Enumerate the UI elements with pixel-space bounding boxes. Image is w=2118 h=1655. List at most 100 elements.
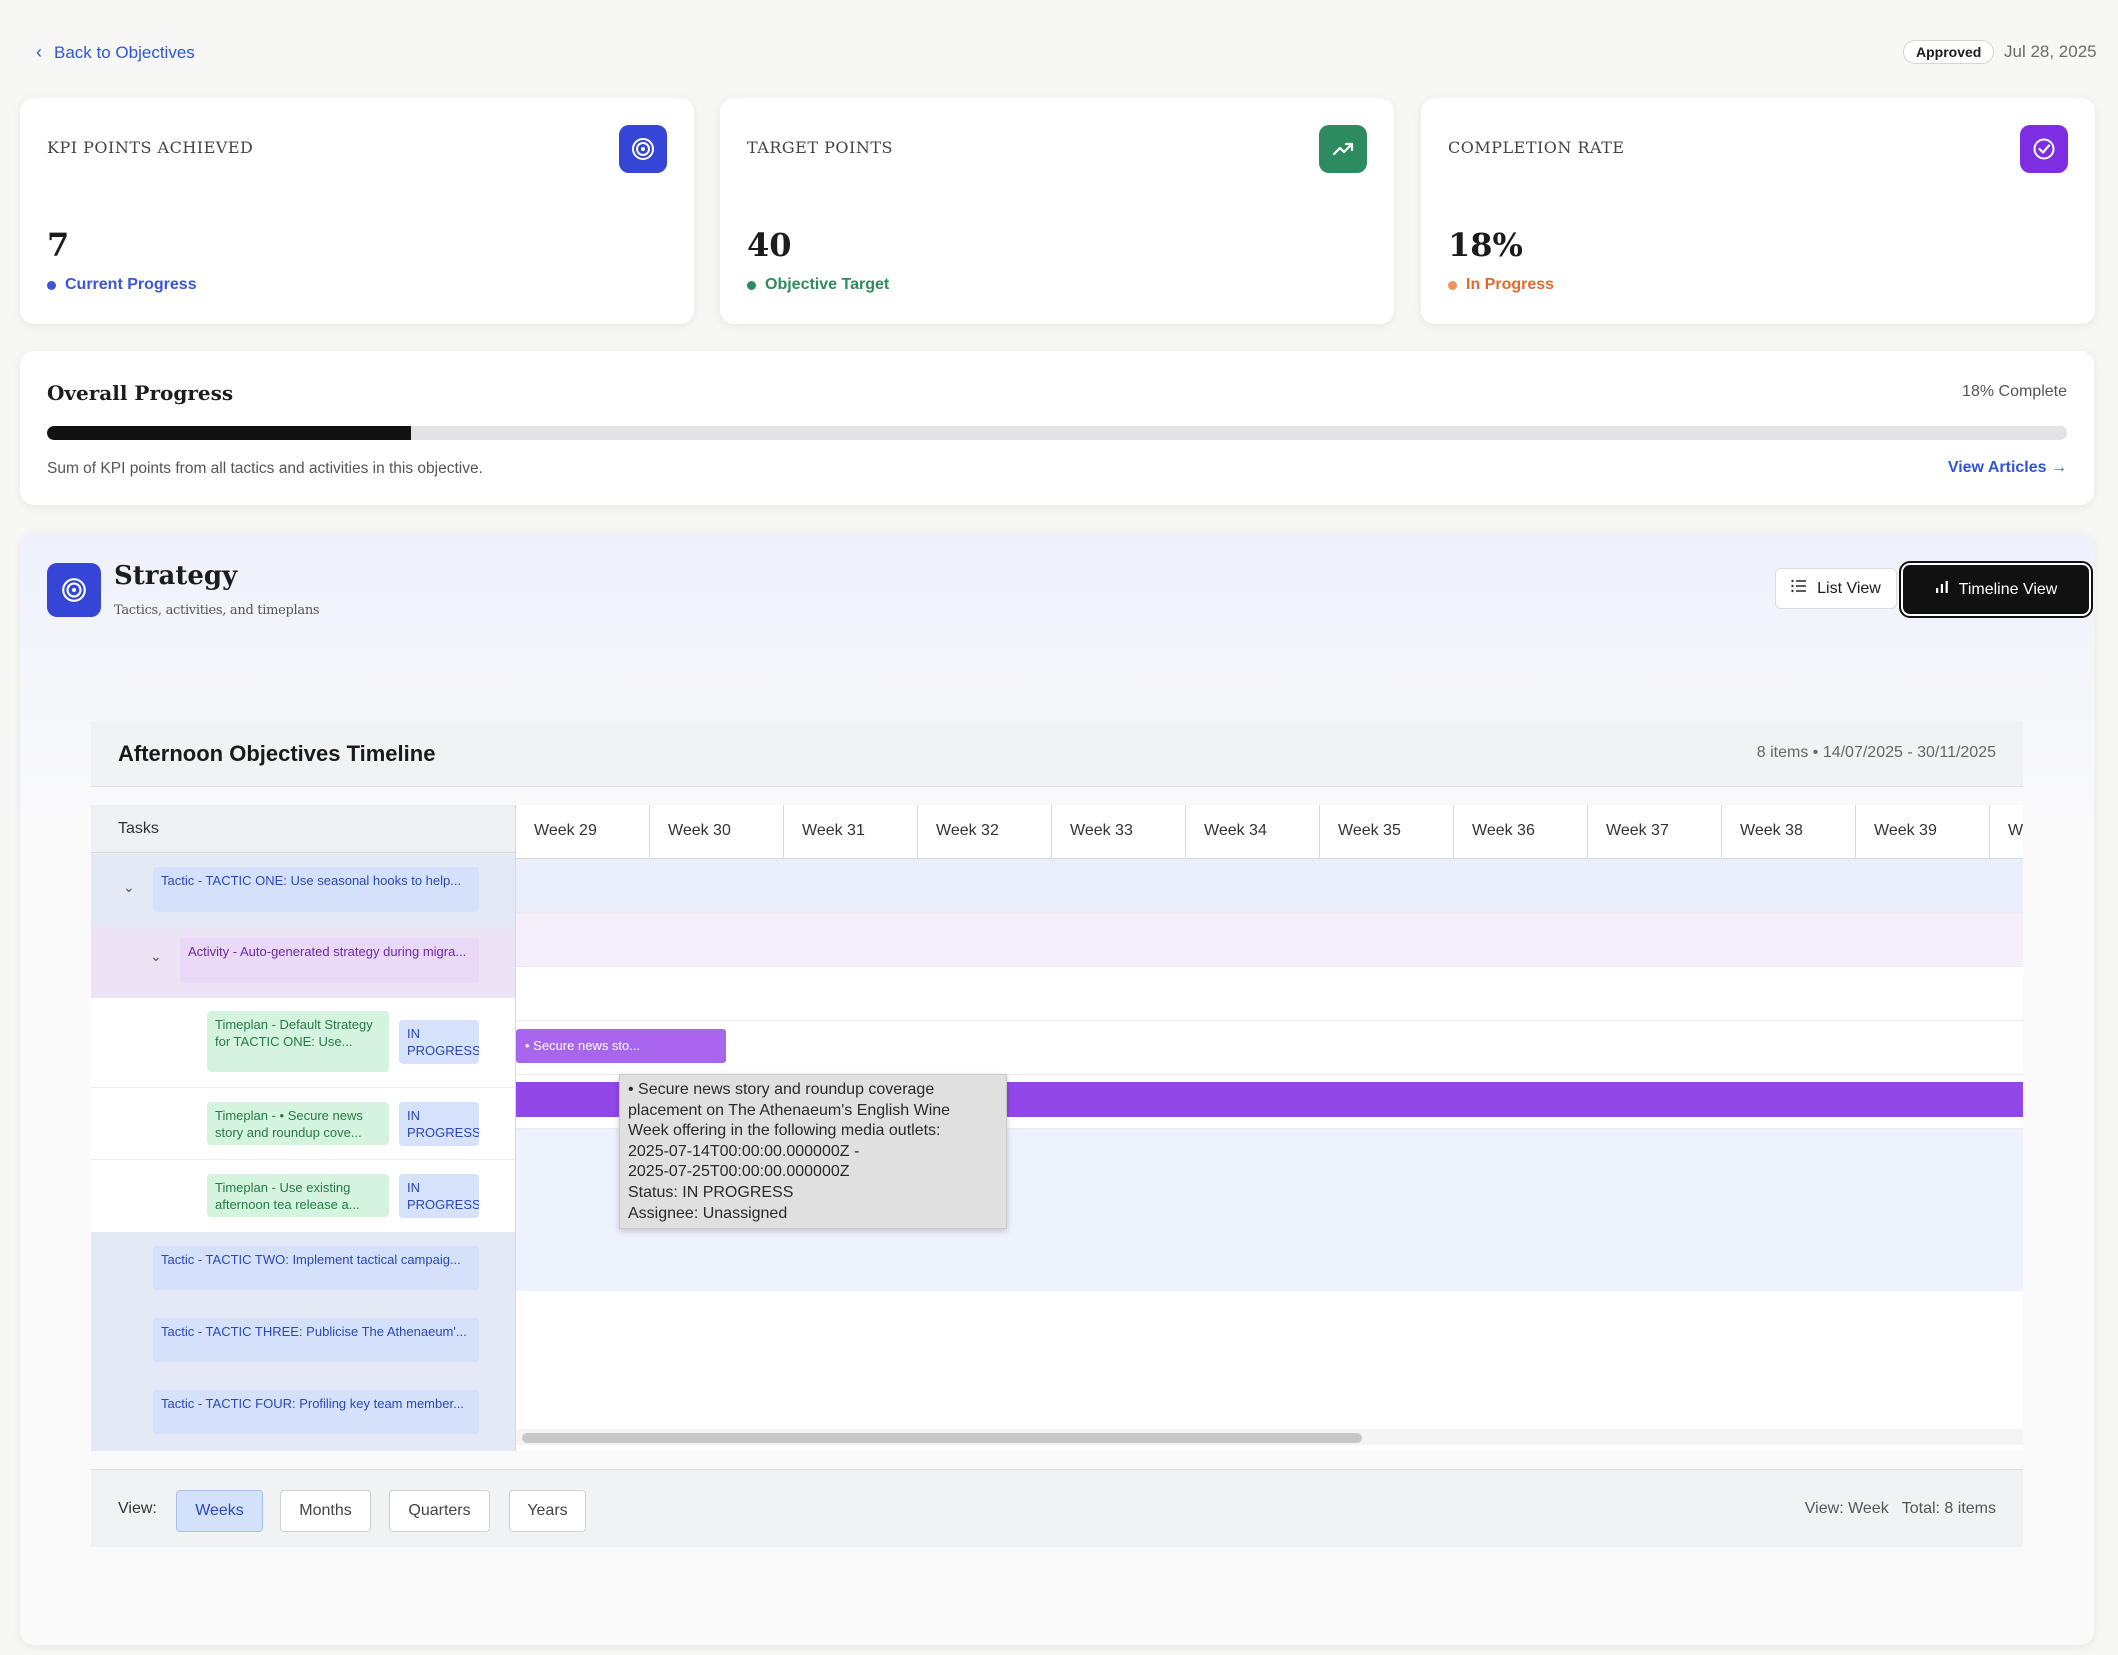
tactic-chip: Tactic - TACTIC ONE: Use seasonal hooks …: [153, 867, 479, 912]
timeplan-chip: Timeplan - Use existing afternoon tea re…: [207, 1174, 389, 1217]
week-header: Week 29: [516, 805, 650, 859]
back-link-label: Back to Objectives: [54, 42, 195, 62]
week-header: Week 36: [1454, 805, 1588, 859]
weeks-button[interactable]: Weeks: [176, 1490, 263, 1532]
kpi-sub: Current Progress: [47, 276, 197, 294]
bar-tooltip: • Secure news story and roundup coverage…: [619, 1074, 1007, 1229]
kpi-label: KPI POINTS ACHIEVED: [47, 138, 254, 157]
strategy-title: Strategy: [114, 561, 238, 591]
timeline-title: Afternoon Objectives Timeline: [118, 741, 436, 766]
week-header: Week 39: [1856, 805, 1990, 859]
progress-percent: 18% Complete: [1962, 383, 2067, 400]
grid-row: [516, 1291, 2023, 1429]
strategy-subtitle: Tactics, activities, and timeplans: [114, 603, 320, 618]
months-button[interactable]: Months: [280, 1490, 371, 1532]
trending-up-icon: [1319, 125, 1367, 173]
timeline-footer: View: Weeks Months Quarters Years View: …: [91, 1469, 2023, 1547]
bar-label: • Secure news sto...: [525, 1038, 641, 1053]
tactic-chip: Tactic - TACTIC TWO: Implement tactical …: [153, 1246, 479, 1290]
week-header: Week 38: [1722, 805, 1856, 859]
status-badge: IN PROGRESS: [399, 1174, 479, 1218]
horizontal-scrollbar[interactable]: [516, 1429, 2023, 1445]
tooltip-line: Status: IN PROGRESS: [628, 1183, 794, 1201]
progress-title: Overall Progress: [47, 381, 234, 405]
objective-date: Jul 28, 2025: [2004, 42, 2097, 61]
view-label: View:: [118, 1500, 157, 1517]
list-icon: [1791, 579, 1807, 598]
kpi-value: 7: [47, 226, 70, 264]
tooltip-line: 2025-07-25T00:00:00.000000Z: [628, 1163, 850, 1181]
kpi-sub-label: Current Progress: [65, 276, 197, 293]
kpi-sub-label: Objective Target: [765, 276, 890, 293]
tasks-header: Tasks: [91, 805, 515, 853]
activity-chip: Activity - Auto-generated strategy durin…: [180, 938, 479, 983]
kpi-card-points-achieved: KPI POINTS ACHIEVED 7 Current Progress: [20, 98, 694, 324]
status-dot: [747, 280, 756, 290]
status-badge: IN PROGRESS: [399, 1020, 479, 1064]
task-row[interactable]: ⌄ Tactic - TACTIC ONE: Use seasonal hook…: [91, 854, 515, 926]
kpi-card-completion-rate: COMPLETION RATE 18% In Progress: [1421, 98, 2095, 324]
footer-summary: View: Week Total: 8 items: [1804, 1500, 1996, 1517]
timeplan-chip: Timeplan - • Secure news story and round…: [207, 1102, 389, 1145]
tooltip-line: 2025-07-14T00:00:00.000000Z -: [628, 1142, 860, 1160]
target-icon: [47, 563, 101, 617]
progress-bar: [47, 426, 2067, 440]
timeplan-bar[interactable]: • Secure news sto...: [516, 1029, 726, 1063]
timeline-body: Tasks ⌄ Tactic - TACTIC ONE: Use seasona…: [91, 805, 2023, 1451]
grid-row: [516, 967, 2023, 1021]
task-row[interactable]: Tactic - TACTIC THREE: Publicise The Ath…: [91, 1304, 515, 1376]
years-button[interactable]: Years: [509, 1490, 586, 1532]
list-view-button[interactable]: List View: [1775, 568, 1897, 609]
kpi-sub: Objective Target: [747, 276, 889, 294]
chevron-left-icon: ‹: [36, 42, 42, 62]
chevron-down-icon[interactable]: ⌄: [150, 948, 162, 965]
check-circle-icon: [2020, 125, 2068, 173]
kpi-sub-label: In Progress: [1466, 276, 1555, 293]
tactic-chip: Tactic - TACTIC FOUR: Profiling key team…: [153, 1390, 479, 1434]
top-bar: ‹ Back to Objectives Approved Jul 28, 20…: [0, 0, 2118, 100]
kpi-label: COMPLETION RATE: [1448, 138, 1625, 157]
back-to-objectives-link[interactable]: ‹ Back to Objectives: [36, 42, 195, 63]
week-header: Week 33: [1052, 805, 1186, 859]
week-header: Week 34: [1186, 805, 1320, 859]
list-view-label: List View: [1817, 579, 1881, 597]
kpi-value: 18%: [1448, 226, 1523, 264]
chevron-down-icon[interactable]: ⌄: [123, 879, 135, 896]
task-row[interactable]: ⌄ Activity - Auto-generated strategy dur…: [91, 926, 515, 998]
quarters-button[interactable]: Quarters: [389, 1490, 490, 1532]
tooltip-line: placement on The Athenaeum's English Win…: [628, 1101, 951, 1119]
kpi-value: 40: [747, 226, 792, 264]
kpi-card-target-points: TARGET POINTS 40 Objective Target: [720, 98, 1394, 324]
task-column: Tasks ⌄ Tactic - TACTIC ONE: Use seasona…: [91, 805, 516, 1451]
grid-row: [516, 859, 2023, 913]
task-row[interactable]: Timeplan - Default Strategy for TACTIC O…: [91, 998, 515, 1088]
status-dot: [47, 280, 56, 290]
timeline-header: Afternoon Objectives Timeline 8 items • …: [91, 721, 2023, 787]
progress-description: Sum of KPI points from all tactics and a…: [47, 460, 483, 477]
tooltip-line: • Secure news story and roundup coverage: [628, 1081, 935, 1098]
timeplan-chip: Timeplan - Default Strategy for TACTIC O…: [207, 1011, 389, 1072]
kpi-label: TARGET POINTS: [747, 138, 893, 157]
timeline-view-button[interactable]: Timeline View: [1903, 565, 2089, 614]
task-row[interactable]: Tactic - TACTIC FOUR: Profiling key team…: [91, 1376, 515, 1451]
view-articles-link[interactable]: View Articles →: [1948, 459, 2067, 477]
status-dot: [1448, 280, 1457, 290]
kpi-sub: In Progress: [1448, 276, 1554, 294]
grid-row: [516, 913, 2023, 967]
scrollbar-thumb[interactable]: [522, 1433, 1362, 1443]
week-header: Week 35: [1320, 805, 1454, 859]
task-row[interactable]: Timeplan - Use existing afternoon tea re…: [91, 1160, 515, 1232]
bar-chart-icon: [1935, 580, 1949, 599]
timeline-meta: 8 items • 14/07/2025 - 30/11/2025: [1756, 744, 1996, 761]
week-header: Week 31: [784, 805, 918, 859]
task-row[interactable]: Tactic - TACTIC TWO: Implement tactical …: [91, 1232, 515, 1304]
tooltip-line: Week offering in the following media out…: [628, 1122, 941, 1140]
grid-row: [516, 1021, 2023, 1075]
week-header: We: [1990, 805, 2023, 859]
task-row[interactable]: Timeplan - • Secure news story and round…: [91, 1088, 515, 1160]
overall-progress-card: Overall Progress 18% Complete Sum of KPI…: [20, 351, 2094, 505]
status-badge: Approved: [1903, 40, 1995, 64]
progress-bar-fill: [47, 426, 411, 440]
tooltip-line: Assignee: Unassigned: [628, 1204, 788, 1222]
week-header: Week 37: [1588, 805, 1722, 859]
